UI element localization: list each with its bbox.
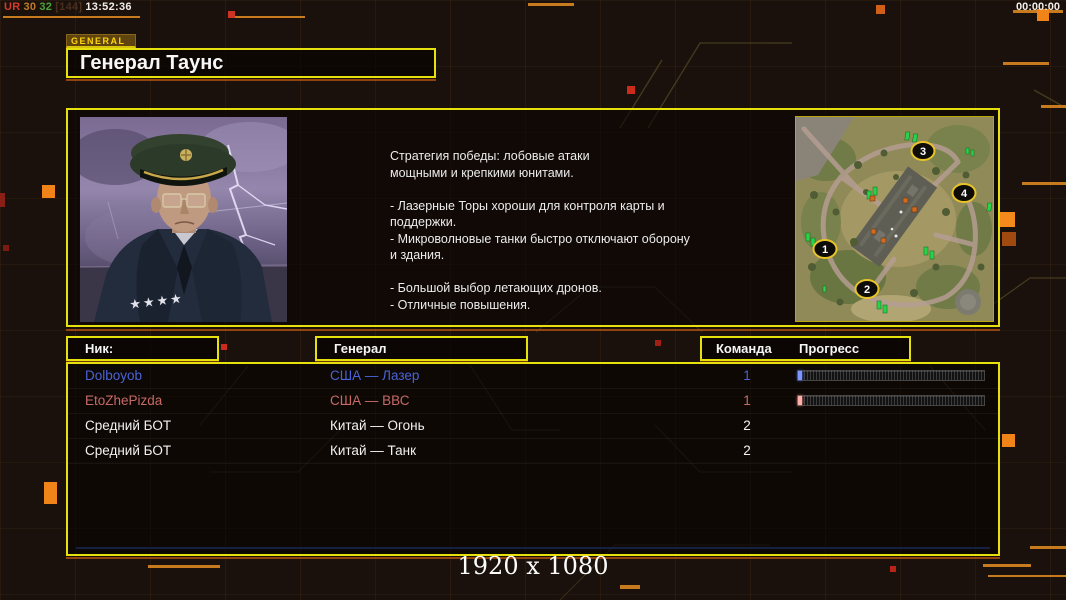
nick-header-label: Ник: (85, 341, 114, 356)
general-name: Генерал Таунс (80, 52, 224, 74)
progress-header-label: Прогресс (799, 341, 860, 356)
progress-fill (798, 396, 802, 405)
player-table: Dolboyob США — Лазер 1 EtoZhePizda США —… (66, 362, 1000, 559)
map-preview: 1 2 3 4 (795, 116, 999, 323)
debug-clock: 13:52:36 (85, 1, 132, 13)
player-team: 1 (743, 393, 751, 408)
general-portrait: ★★★★ (70, 117, 300, 322)
player-general: Китай — Огонь (330, 418, 425, 433)
resolution-label: 1920 x 1080 (457, 552, 609, 580)
panel-bottom-line (76, 547, 990, 549)
debug-label: UR (4, 1, 21, 13)
map-start-position-4: 4 (961, 188, 968, 200)
player-team: 2 (743, 443, 751, 458)
player-team: 1 (743, 368, 751, 383)
progress-fill (798, 371, 802, 380)
player-nick: Dolboyob (85, 368, 143, 383)
player-row: Dolboyob США — Лазер 1 (68, 364, 998, 389)
player-row: Средний БОТ Китай — Танк 2 (68, 439, 998, 464)
general-tag: GENERAL (66, 34, 136, 48)
player-general: США — Лазер (330, 368, 420, 383)
general-header-label: Генерал (334, 341, 387, 356)
strategy-text: Стратегия победы: лобовые атаки мощными … (390, 149, 690, 312)
general-info-panel: ★★★★ Стратегия победы: лобовые атаки мощ… (66, 108, 1000, 331)
debug-value-1: 30 (23, 1, 37, 13)
debug-bracket: [144] (55, 1, 83, 13)
player-row: Средний БОТ Китай — Огонь 2 (68, 414, 998, 439)
debug-readout: UR 30 32 [144] 13:52:36 (4, 1, 135, 13)
player-general: Китай — Танк (330, 443, 416, 458)
column-header-nick: Ник: (66, 336, 219, 363)
column-header-team-progress: Команда Прогресс (700, 336, 911, 363)
general-title-box: Генерал Таунс (66, 48, 436, 81)
player-team: 2 (743, 418, 751, 433)
map-start-position-3: 3 (920, 146, 926, 158)
player-nick: EtoZhePizda (85, 393, 163, 408)
player-row: EtoZhePizda США — ВВС 1 (68, 389, 998, 414)
map-start-position-2: 2 (864, 284, 870, 296)
player-progress-bar (797, 370, 985, 381)
player-general: США — ВВС (330, 393, 410, 408)
match-timer: 00:00:00 (1015, 1, 1060, 13)
loading-screen: UR 30 32 [144] 13:52:36 00:00:00 GENERAL Ген… (0, 0, 1066, 600)
column-header-general: Генерал (315, 336, 528, 363)
map-start-position-1: 1 (822, 244, 828, 256)
team-header-label: Команда (716, 341, 772, 356)
player-progress-bar (797, 395, 985, 406)
debug-value-2: 32 (39, 1, 53, 13)
player-nick: Средний БОТ (85, 443, 172, 458)
player-nick: Средний БОТ (85, 418, 172, 433)
